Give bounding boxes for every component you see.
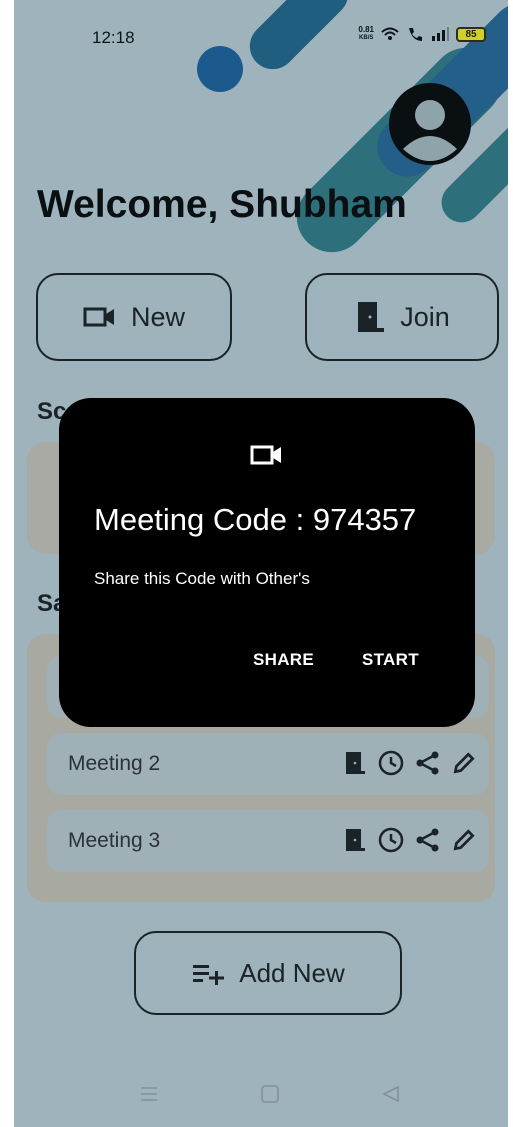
- add-new-label: Add New: [239, 957, 345, 988]
- system-nav-bar: [14, 1062, 508, 1127]
- battery-icon: 85: [456, 26, 486, 42]
- row-actions: [343, 749, 477, 777]
- back-icon[interactable]: [382, 1085, 400, 1103]
- status-icons: 0.81 KB/S 85: [358, 26, 486, 42]
- signal-icon: [432, 27, 449, 41]
- share-button[interactable]: SHARE: [253, 650, 314, 670]
- new-button-label: New: [130, 301, 185, 332]
- share-message: Share this Code with Other's: [94, 569, 310, 588]
- door-icon: [358, 302, 385, 332]
- join-button-label: Join: [400, 301, 450, 332]
- new-meeting-button[interactable]: New: [36, 273, 232, 361]
- clock-icon[interactable]: [377, 749, 405, 777]
- share-icon[interactable]: [415, 827, 441, 853]
- list-item[interactable]: Meeting 2: [47, 733, 489, 795]
- meeting-code-dialog: Meeting Code : 974357 Share this Code wi…: [59, 398, 475, 727]
- welcome-heading: Welcome, Shubham: [37, 183, 407, 226]
- status-time: 12:18: [92, 28, 135, 47]
- meeting-code-text: Meeting Code : 974357: [94, 502, 417, 537]
- menu-icon[interactable]: [140, 1085, 158, 1103]
- video-camera-icon: [250, 445, 281, 465]
- join-meeting-button[interactable]: Join: [305, 273, 499, 361]
- video-camera-icon: [83, 307, 114, 327]
- meeting-label: Meeting 2: [68, 752, 161, 775]
- volte-call-icon: [409, 28, 422, 41]
- door-icon[interactable]: [343, 750, 367, 776]
- edit-icon[interactable]: [451, 827, 477, 853]
- app-screen: 12:18 0.81 KB/S 85 Welcome, Shubham New …: [14, 0, 508, 1127]
- account-icon: [403, 100, 457, 161]
- edit-icon[interactable]: [451, 750, 477, 776]
- avatar[interactable]: [389, 83, 471, 165]
- playlist-add-icon: [193, 965, 225, 985]
- list-item[interactable]: Meeting 3: [47, 810, 489, 872]
- add-new-button[interactable]: Add New: [134, 931, 402, 1015]
- net-speed-value: 0.81: [358, 25, 374, 34]
- row-actions: [343, 826, 477, 854]
- net-speed: 0.81 KB/S: [358, 26, 374, 42]
- status-bar: 12:18 0.81 KB/S 85: [14, 26, 508, 52]
- net-speed-unit: KB/S: [359, 35, 374, 41]
- share-icon[interactable]: [415, 750, 441, 776]
- meeting-label: Meeting 3: [68, 829, 161, 852]
- wifi-icon: [381, 27, 399, 40]
- door-icon[interactable]: [343, 827, 367, 853]
- home-icon[interactable]: [261, 1085, 279, 1103]
- clock-icon[interactable]: [377, 826, 405, 854]
- start-button[interactable]: START: [362, 650, 419, 670]
